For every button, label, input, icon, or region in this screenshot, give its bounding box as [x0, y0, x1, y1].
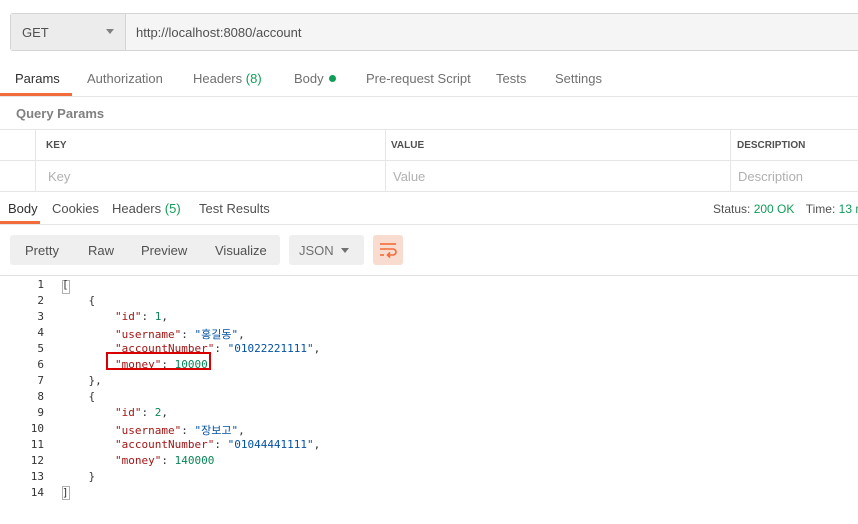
tab-body[interactable]: Body: [294, 71, 336, 86]
params-table: KEY VALUE DESCRIPTION Key Value Descript…: [0, 129, 858, 192]
method-select[interactable]: GET: [11, 14, 126, 50]
column-header-description: DESCRIPTION: [737, 140, 806, 151]
line-number: 5: [37, 342, 44, 355]
json-key: "username": [114, 424, 182, 437]
column-header-value: VALUE: [391, 140, 425, 151]
line-number: 2: [37, 294, 44, 307]
tab-headers-label: Headers: [193, 71, 243, 86]
wrap-lines-button[interactable]: [373, 235, 403, 265]
status-label: Status:: [713, 202, 751, 216]
response-tab-body[interactable]: Body: [8, 201, 38, 216]
format-select[interactable]: JSON: [289, 235, 364, 265]
table-bottom-border: [0, 191, 858, 192]
column-divider: [35, 129, 36, 191]
line-number: 3: [37, 310, 44, 323]
key-input[interactable]: Key: [48, 169, 70, 184]
body-indicator-dot: [328, 75, 336, 82]
tab-pre-request-script[interactable]: Pre-request Script: [366, 71, 471, 86]
line-number: 9: [37, 406, 44, 419]
query-params-title: Query Params: [16, 106, 105, 121]
json-value: "장보고": [194, 424, 239, 437]
json-value: "홍길동": [194, 328, 239, 341]
code-line: "accountNumber": "01044441111",: [114, 438, 321, 451]
tab-authorization[interactable]: Authorization: [87, 71, 163, 86]
line-number: 7: [37, 374, 44, 387]
wrap-lines-icon: [380, 243, 397, 259]
json-value: 1: [154, 310, 162, 323]
response-tab-headers[interactable]: Headers (5): [112, 201, 181, 216]
line-number: 4: [37, 326, 44, 339]
code-line: "id": 1,: [114, 310, 168, 323]
code-line: ]: [62, 486, 69, 499]
view-visualize-button[interactable]: Visualize: [215, 243, 267, 258]
line-number: 11: [30, 438, 44, 451]
column-header-key: KEY: [46, 140, 67, 151]
code-line: [: [62, 278, 69, 291]
line-number: 14: [30, 486, 44, 499]
json-key: "money": [114, 454, 162, 467]
chevron-down-icon: [341, 248, 349, 253]
code-line: "id": 2,: [114, 406, 168, 419]
time-value: 13 ms: [838, 202, 858, 216]
divider: [0, 224, 858, 225]
status-value: 200 OK: [753, 202, 795, 216]
line-number: 8: [37, 390, 44, 403]
column-divider: [385, 129, 386, 191]
code-line: "username": "홍길동",: [114, 328, 245, 341]
view-raw-button[interactable]: Raw: [88, 243, 114, 258]
view-pretty-button[interactable]: Pretty: [25, 243, 59, 258]
line-number: 6: [37, 358, 44, 371]
json-value: "01022221111": [227, 342, 314, 355]
time-label: Time:: [805, 202, 836, 216]
chevron-down-icon: [106, 29, 114, 34]
json-key: "id": [114, 406, 142, 419]
code-line: },: [62, 374, 102, 387]
url-input[interactable]: http://localhost:8080/account: [136, 25, 302, 40]
tab-headers-count: (8): [245, 71, 262, 86]
view-preview-button[interactable]: Preview: [141, 243, 187, 258]
tab-params[interactable]: Params: [15, 71, 60, 86]
code-line: "username": "장보고",: [114, 424, 245, 437]
line-number: 10: [30, 422, 44, 435]
json-value: 2: [154, 406, 162, 419]
tab-settings[interactable]: Settings: [555, 71, 602, 86]
code-line: }: [62, 470, 96, 483]
line-number: 12: [30, 454, 44, 467]
json-key: "accountNumber": [114, 438, 215, 451]
response-status: Status: 200 OK Time: 13 ms: [713, 202, 858, 216]
response-tab-test-results[interactable]: Test Results: [199, 201, 270, 216]
description-input[interactable]: Description: [738, 169, 803, 184]
json-key: "username": [114, 328, 182, 341]
response-tab-headers-label: Headers: [112, 201, 162, 216]
annotation-highlight-box: [106, 352, 211, 370]
code-line: {: [62, 294, 96, 307]
tab-headers[interactable]: Headers (8): [193, 71, 262, 86]
line-number: 13: [30, 470, 44, 483]
tab-body-label: Body: [294, 71, 324, 86]
json-value: 140000: [174, 454, 215, 467]
divider: [0, 96, 858, 97]
view-mode-group: Pretty Raw Preview Visualize: [10, 235, 280, 265]
json-value: "01044441111": [227, 438, 314, 451]
code-line: "money": 140000: [114, 454, 215, 467]
tab-tests[interactable]: Tests: [496, 71, 526, 86]
response-body-editor[interactable]: 1 [2 {3 "id": 1, 4 "username": "홍길동", 5 "ac…: [0, 275, 858, 524]
url-bar: GET http://localhost:8080/account: [10, 13, 858, 51]
format-label: JSON: [299, 243, 334, 258]
column-divider: [730, 129, 731, 191]
response-tab-headers-count: (5): [164, 201, 181, 216]
value-input[interactable]: Value: [393, 169, 425, 184]
method-label: GET: [22, 25, 49, 40]
response-tab-cookies[interactable]: Cookies: [52, 201, 99, 216]
code-line: {: [62, 390, 96, 403]
line-number: 1: [37, 278, 44, 291]
json-key: "id": [114, 310, 142, 323]
